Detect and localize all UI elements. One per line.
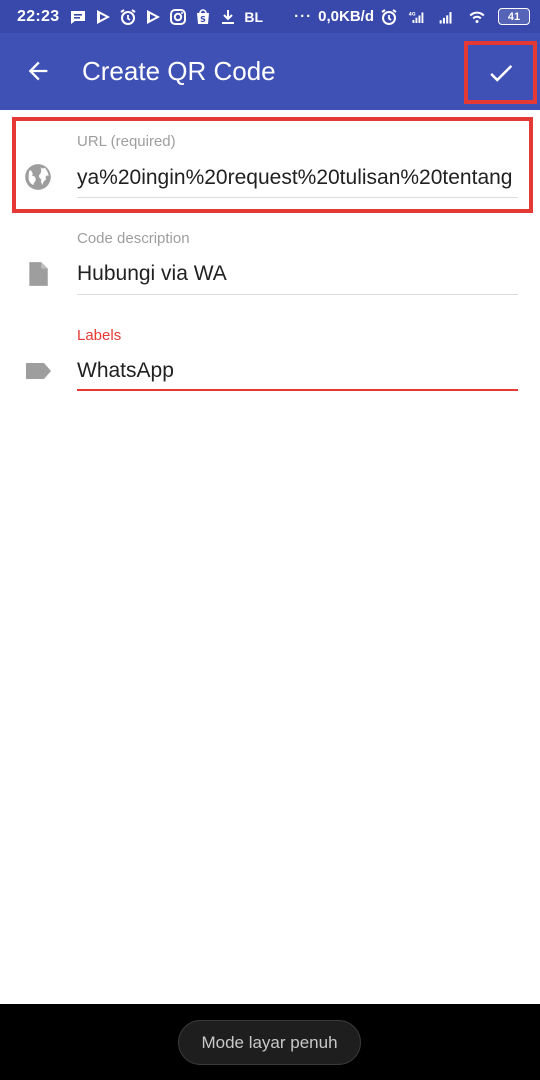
- signal-4g-icon: 4G: [405, 8, 429, 26]
- screen: 22:23 S BL ··· 0,0KB/d 4G 41 Create QR C…: [0, 0, 540, 1080]
- battery-icon: 41: [498, 8, 530, 25]
- network-type-label: 4G: [409, 11, 416, 17]
- message-icon: [69, 8, 87, 26]
- arrow-back-icon: [28, 61, 48, 81]
- alarm-icon: [380, 8, 398, 26]
- signal-icon: [436, 8, 458, 26]
- url-field[interactable]: URL (required) ya%20ingin%20request%20tu…: [0, 117, 540, 213]
- page-title: Create QR Code: [82, 56, 276, 86]
- status-bar: 22:23 S BL ··· 0,0KB/d 4G 41: [0, 0, 540, 33]
- wifi-icon: [465, 8, 489, 26]
- back-button[interactable]: [20, 53, 56, 89]
- more-notifications-icon: ···: [294, 8, 313, 25]
- play-store-icon: [144, 8, 162, 26]
- description-field[interactable]: Code description Hubungi via WA: [0, 228, 540, 300]
- play-store-icon: [94, 8, 112, 26]
- bottom-navigation-bar: Mode layar penuh: [0, 1004, 540, 1080]
- confirm-button[interactable]: [464, 41, 537, 104]
- download-icon: [219, 8, 237, 26]
- labels-label: Labels: [77, 327, 122, 344]
- description-input[interactable]: Hubungi via WA: [77, 262, 518, 286]
- document-icon: [24, 260, 52, 288]
- check-icon: [489, 64, 512, 82]
- url-label: URL (required): [77, 133, 176, 150]
- network-speed: 0,0KB/d: [318, 8, 374, 25]
- url-input[interactable]: ya%20ingin%20request%20tulisan%20tentang: [77, 166, 518, 190]
- carrier-text: BL: [244, 8, 264, 25]
- description-underline: [77, 294, 518, 295]
- app-bar: Create QR Code: [0, 33, 540, 110]
- labels-input[interactable]: WhatsApp: [77, 359, 518, 383]
- status-time: 22:23: [17, 7, 60, 25]
- fullscreen-mode-button[interactable]: Mode layar penuh: [178, 1020, 361, 1065]
- url-underline: [77, 197, 518, 198]
- label-tag-icon: [24, 357, 52, 385]
- description-label: Code description: [77, 230, 190, 247]
- globe-icon: [24, 163, 52, 191]
- labels-field[interactable]: Labels WhatsApp: [0, 325, 540, 397]
- alarm-icon: [119, 8, 137, 26]
- shopee-icon: S: [194, 8, 212, 26]
- instagram-icon: [169, 8, 187, 26]
- svg-text:S: S: [201, 15, 207, 24]
- labels-underline: [77, 389, 518, 391]
